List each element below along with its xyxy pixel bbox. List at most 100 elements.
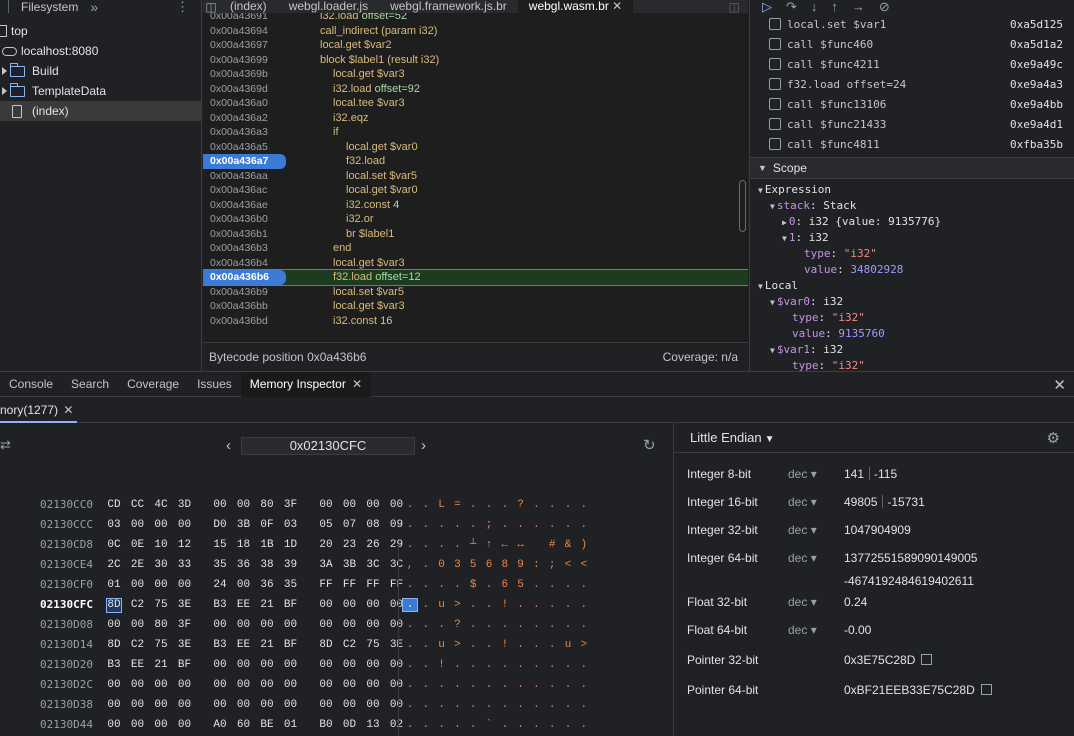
ascii-char[interactable]: ↑ <box>481 535 497 555</box>
scope-entry[interactable]: value: 34802928 <box>750 262 1074 278</box>
hex-byte[interactable]: 00 <box>365 495 381 515</box>
scope-entry[interactable]: ▼ stack: Stack <box>750 198 1074 214</box>
ascii-char[interactable]: < <box>576 555 592 575</box>
ascii-char[interactable]: > <box>449 635 465 655</box>
ascii-char[interactable]: 8 <box>497 555 513 575</box>
ascii-char[interactable]: ↔ <box>513 535 529 555</box>
resume-icon[interactable]: ▷ <box>762 0 772 15</box>
call-frame[interactable]: call $func21433 0xe9a4d1 <box>750 114 1074 134</box>
ascii-char[interactable]: . <box>465 515 481 535</box>
ascii-char[interactable]: . <box>576 695 592 715</box>
hex-byte[interactable]: 12 <box>177 535 193 555</box>
ascii-char[interactable]: . <box>449 575 465 595</box>
ascii-char[interactable]: . <box>402 695 418 715</box>
ascii-char[interactable]: ! <box>497 595 513 615</box>
ascii-char[interactable]: . <box>544 615 560 635</box>
ascii-char[interactable]: . <box>528 595 544 615</box>
hex-byte[interactable]: 75 <box>365 635 381 655</box>
refresh-icon[interactable]: ↻ <box>643 436 656 454</box>
hex-byte[interactable]: 00 <box>365 655 381 675</box>
code-line[interactable]: 0x00a436a7 f32.load <box>203 154 748 169</box>
hex-byte[interactable]: CC <box>130 495 146 515</box>
ascii-char[interactable]: > <box>576 635 592 655</box>
hex-byte[interactable]: 00 <box>236 675 252 695</box>
ascii-char[interactable]: & <box>560 535 576 555</box>
hex-byte[interactable]: 0E <box>130 535 146 555</box>
call-frame[interactable]: f32.load offset=24 0xe9a4a3 <box>750 74 1074 94</box>
hex-byte[interactable]: 00 <box>342 615 358 635</box>
hex-byte[interactable]: 00 <box>365 695 381 715</box>
hex-byte[interactable]: B0 <box>318 715 334 735</box>
hex-byte[interactable]: 08 <box>365 515 381 535</box>
hex-byte[interactable]: 3A <box>318 555 334 575</box>
code-line[interactable]: 0x00a436b3 end <box>203 241 748 256</box>
ascii-char[interactable]: # <box>544 535 560 555</box>
expand-arrow-icon[interactable] <box>2 87 7 95</box>
hex-byte[interactable]: 21 <box>259 635 275 655</box>
call-frame[interactable]: call $func460 0xa5d1a2 <box>750 34 1074 54</box>
format-select[interactable]: dec ▾ <box>788 495 817 509</box>
ascii-char[interactable]: ; <box>544 555 560 575</box>
hex-byte[interactable]: 75 <box>153 635 169 655</box>
ascii-char[interactable]: . <box>497 675 513 695</box>
ascii-char[interactable]: u <box>560 635 576 655</box>
hex-byte[interactable]: 00 <box>106 675 122 695</box>
ascii-char[interactable]: 5 <box>513 575 529 595</box>
ascii-char[interactable]: . <box>402 675 418 695</box>
ascii-char[interactable]: . <box>528 635 544 655</box>
ascii-char[interactable]: . <box>576 655 592 675</box>
ascii-char[interactable]: . <box>449 715 465 735</box>
ascii-char[interactable]: . <box>449 655 465 675</box>
ascii-char[interactable]: . <box>528 495 544 515</box>
hex-byte[interactable]: 36 <box>236 555 252 575</box>
hex-byte[interactable]: FF <box>365 575 381 595</box>
history-back-icon[interactable]: ⇄ <box>0 437 11 453</box>
code-line[interactable]: 0x00a436ae i32.const 4 <box>203 198 748 213</box>
ascii-char[interactable]: . <box>528 715 544 735</box>
hex-byte[interactable]: CD <box>106 495 122 515</box>
jump-to-address-icon[interactable] <box>921 654 933 665</box>
hex-byte[interactable]: 00 <box>177 695 193 715</box>
hex-byte[interactable]: C2 <box>342 635 358 655</box>
ascii-char[interactable]: < <box>560 555 576 575</box>
code-line[interactable]: 0x00a436a3 if <box>203 125 748 140</box>
step-over-icon[interactable]: ↷ <box>786 0 797 15</box>
ascii-char[interactable]: . <box>481 695 497 715</box>
memory-tab[interactable]: nory(1277) ✕ <box>0 397 78 423</box>
hex-byte[interactable]: FF <box>342 575 358 595</box>
hex-byte[interactable]: 8D <box>106 635 122 655</box>
ascii-char[interactable]: . <box>576 575 592 595</box>
ascii-char[interactable]: . <box>418 575 434 595</box>
hex-byte[interactable]: 00 <box>236 655 252 675</box>
ascii-char[interactable]: . <box>497 615 513 635</box>
ascii-char[interactable]: . <box>513 655 529 675</box>
hex-byte[interactable]: 00 <box>318 495 334 515</box>
ascii-char[interactable]: = <box>449 495 465 515</box>
ascii-char[interactable]: u <box>434 635 450 655</box>
hex-byte[interactable]: 00 <box>283 615 299 635</box>
ascii-char[interactable]: . <box>544 715 560 735</box>
tree-item-templatedata[interactable]: TemplateData <box>0 81 201 101</box>
ascii-char[interactable]: 6 <box>497 575 513 595</box>
ascii-char[interactable]: . <box>418 535 434 555</box>
hex-byte[interactable]: 80 <box>259 495 275 515</box>
scope-entry[interactable]: value: 9135760 <box>750 326 1074 342</box>
format-select[interactable]: dec ▾ <box>788 467 817 481</box>
hex-byte[interactable]: 00 <box>342 495 358 515</box>
hex-byte[interactable]: 3E <box>177 635 193 655</box>
hex-byte[interactable]: 18 <box>236 535 252 555</box>
tab-webgl-loader[interactable]: webgl.loader.js <box>278 0 379 13</box>
line-address[interactable]: 0x00a436a0 <box>203 96 286 111</box>
format-select[interactable]: dec ▾ <box>788 595 817 609</box>
hex-byte[interactable]: 00 <box>259 655 275 675</box>
ascii-char[interactable]: . <box>418 615 434 635</box>
ascii-char[interactable]: . <box>402 535 418 555</box>
ascii-char[interactable]: . <box>544 515 560 535</box>
line-address[interactable]: 0x00a43699 <box>203 53 286 68</box>
hex-byte[interactable]: 00 <box>365 595 381 615</box>
code-line[interactable]: 0x00a43694 call_indirect (param i32) <box>203 24 748 39</box>
hex-byte[interactable]: 13 <box>365 715 381 735</box>
hex-byte[interactable]: 00 <box>130 575 146 595</box>
ascii-char[interactable]: . <box>434 695 450 715</box>
scope-header[interactable]: ▼ Scope <box>750 157 1074 179</box>
